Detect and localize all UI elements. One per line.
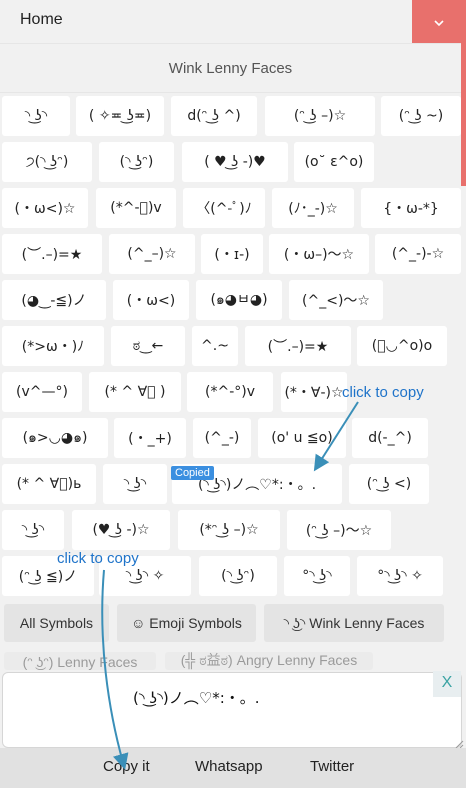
face-chip[interactable]: d(ᵔ ͜ʖ ^) [171, 96, 257, 136]
hint-click-to-copy-top: click to copy [342, 384, 424, 401]
face-chip[interactable]: (^_-)-☆ [375, 234, 461, 274]
faces-row: (・ω<)☆ (*^-ﾟ)v 〈(^-ﾟ)ﾉ (ﾉ･_-)☆ {・ω-*} [0, 188, 461, 228]
face-chip[interactable]: (^_-) [193, 418, 251, 458]
section-title: Wink Lenny Faces [0, 43, 461, 93]
faces-row: (◕‿-≦)ノ (・ω<) (๑◕ㅂ◕) (^_<)〜☆ [0, 280, 461, 320]
faces-row: (*>ω・)ﾉ ಠ‿← ^.~ (︶.–)=★ (ﾟ◡^o)o [0, 326, 461, 366]
category-emoji-symbols[interactable]: ☺ Emoji Symbols [117, 604, 256, 642]
face-chip[interactable]: (◝ ͜ʖᵔ) [199, 556, 277, 596]
face-chip[interactable]: ◝ ͜ʖ◝ [103, 464, 167, 504]
whatsapp-button[interactable]: Whatsapp [195, 758, 263, 775]
face-chip[interactable]: ^.~ [192, 326, 238, 366]
face-chip[interactable]: (ᵔ ͜ʖ <) [349, 464, 429, 504]
face-chip[interactable]: (ᵔ ͜ʖ –)〜☆ [287, 510, 391, 550]
close-button[interactable]: X [433, 671, 461, 697]
copy-it-button[interactable]: Copy it [103, 758, 150, 775]
face-chip[interactable]: (* ^ ∀ﾟ ) [89, 372, 181, 412]
face-chip[interactable]: (*^-ﾟ)v [96, 188, 176, 228]
face-chip[interactable]: (o' u ≦o) [258, 418, 346, 458]
hint-click-to-copy-bottom: click to copy [57, 550, 139, 567]
face-chip[interactable]: (v^—°) [2, 372, 82, 412]
category-lenny-faces[interactable]: (ᵔ ͜ʖᵔ) Lenny Faces [4, 652, 156, 670]
face-chip[interactable]: (*>ω・)ﾉ [2, 326, 104, 366]
face-chip[interactable]: 〈(^-ﾟ)ﾉ [183, 188, 265, 228]
face-chip[interactable]: (*・∀-)☆ [281, 372, 347, 412]
face-chip[interactable]: °◝ ͜ʖ◝ [284, 556, 350, 596]
category-angry-lenny-faces[interactable]: (╬ ಠ益ಠ) Angry Lenny Faces [165, 652, 373, 670]
face-chip[interactable]: (* ^ ∀ﾟ)ь [2, 464, 96, 504]
face-chip[interactable]: (︶.–)=★ [245, 326, 351, 366]
face-chip[interactable]: {・ω-*} [361, 188, 461, 228]
face-chip[interactable]: °◝ ͜ʖ◝ ✧ [357, 556, 443, 596]
faces-row: ੭(◝ ͜ʖᵔ) (◝ ͜ʖᵔ) ( ♥ ͜ʖ -)♥ (o˘ ε^o) [0, 142, 461, 182]
face-chip[interactable]: ( ✧≖ ͜ʖ≖) [76, 96, 164, 136]
face-chip[interactable]: (^_–)☆ [109, 234, 195, 274]
face-chip[interactable]: (♥ ͜ʖ -)☆ [72, 510, 170, 550]
twitter-button[interactable]: Twitter [310, 758, 354, 775]
face-chip[interactable]: (o˘ ε^o) [294, 142, 374, 182]
action-bar: Copy it Whatsapp Twitter [0, 748, 466, 788]
faces-row: (* ^ ∀ﾟ)ь ◝ ͜ʖ◝ (◝ ͜ʖ◝)ノ︵♡*:・。. (ᵔ ͜ʖ <) [0, 464, 461, 504]
face-chip[interactable]: ಠ‿← [111, 326, 185, 366]
face-chip[interactable]: (・ω<)☆ [2, 188, 88, 228]
face-chip[interactable]: ੭(◝ ͜ʖᵔ) [2, 142, 92, 182]
top-bar: Home [0, 0, 466, 43]
face-chip[interactable]: (ᵔ ͜ʖ –)☆ [265, 96, 375, 136]
faces-row: ◝ ͜ʖ◝ (♥ ͜ʖ -)☆ (*ᵔ ͜ʖ –)☆ (ᵔ ͜ʖ –)〜☆ [0, 510, 461, 550]
face-chip[interactable]: (^_<)〜☆ [289, 280, 383, 320]
face-chip[interactable]: (ﾟ◡^o)o [357, 326, 447, 366]
category-wink-lenny-faces[interactable]: ◝ ͜ʖ◝ Wink Lenny Faces [264, 604, 444, 642]
face-chip[interactable]: (・ɪ-) [201, 234, 263, 274]
face-chip[interactable]: (*ᵔ ͜ʖ –)☆ [178, 510, 280, 550]
faces-row: ◝ ͜ʖ◝ ( ✧≖ ͜ʖ≖) d(ᵔ ͜ʖ ^) (ᵔ ͜ʖ –)☆ (ᵔ ͜… [0, 96, 461, 136]
face-chip[interactable]: (*^-°)v [187, 372, 273, 412]
face-chip[interactable]: (・_+) [114, 418, 186, 458]
face-chip[interactable]: d(-_^) [352, 418, 428, 458]
menu-dropdown-button[interactable] [412, 0, 466, 43]
scrollbar-thumb[interactable] [461, 43, 466, 186]
face-chip[interactable]: ( ♥ ͜ʖ -)♥ [182, 142, 288, 182]
face-chip[interactable]: (︶.–)=★ [2, 234, 102, 274]
output-text: (◝ ͜ʖ◝)ノ︵♡*:・。. [133, 689, 260, 707]
faces-row: (︶.–)=★ (^_–)☆ (・ɪ-) (・ω–)〜☆ (^_-)-☆ [0, 234, 461, 274]
chevron-down-icon [434, 19, 444, 26]
copied-badge: Copied [171, 466, 214, 480]
face-chip[interactable]: (๑◕ㅂ◕) [196, 280, 282, 320]
output-textarea[interactable]: (◝ ͜ʖ◝)ノ︵♡*:・。. [2, 672, 464, 749]
category-all-symbols[interactable]: All Symbols [4, 604, 109, 642]
face-chip[interactable]: (◝ ͜ʖᵔ) [99, 142, 174, 182]
faces-row: (๑>◡◕๑) (・_+) (^_-) (o' u ≦o) d(-_^) [0, 418, 461, 458]
face-chip[interactable]: ◝ ͜ʖ◝ [2, 96, 70, 136]
face-chip[interactable]: (ᵔ ͜ʖ ~) [381, 96, 461, 136]
face-chip[interactable]: (ﾉ･_-)☆ [272, 188, 354, 228]
face-chip[interactable]: (・ω–)〜☆ [269, 234, 369, 274]
face-chip[interactable]: (・ω<) [113, 280, 189, 320]
face-chip[interactable]: ◝ ͜ʖ◝ [2, 510, 64, 550]
home-link[interactable]: Home [20, 11, 63, 29]
face-chip[interactable]: (๑>◡◕๑) [2, 418, 108, 458]
face-chip[interactable]: (◕‿-≦)ノ [2, 280, 106, 320]
